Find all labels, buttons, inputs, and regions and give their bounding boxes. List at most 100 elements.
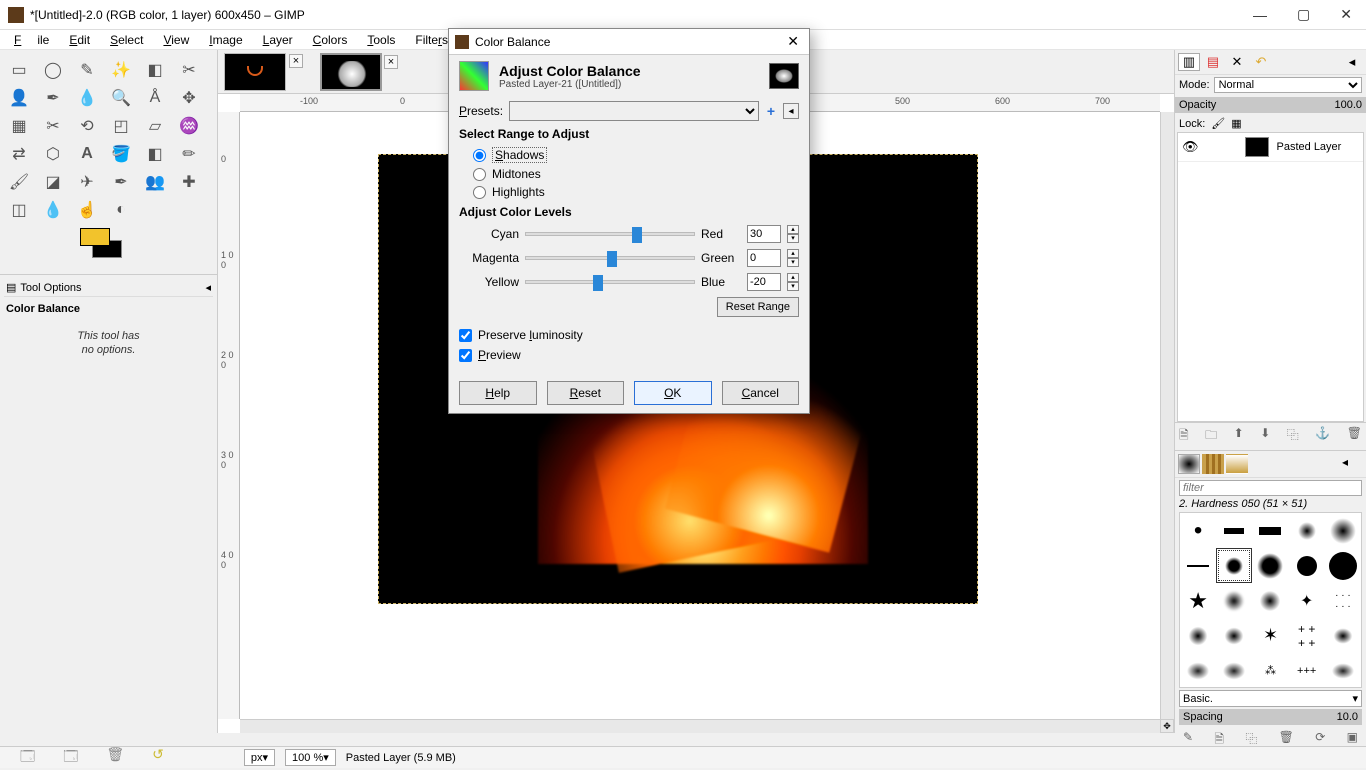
spin-up-icon[interactable]: ▴: [787, 225, 799, 234]
cage-tool[interactable]: ⬡: [42, 143, 64, 165]
spin-down-icon[interactable]: ▾: [787, 234, 799, 243]
channels-tab-icon[interactable]: ▤: [1202, 53, 1224, 71]
perspective-clone-tool[interactable]: ◫: [8, 199, 30, 221]
brush-item[interactable]: [1216, 618, 1252, 653]
perspective-tool[interactable]: ♒: [178, 115, 200, 137]
status-reset-icon[interactable]: ↺: [152, 746, 164, 770]
smudge-tool[interactable]: ☝: [76, 199, 98, 221]
close-button[interactable]: ✕: [1334, 4, 1358, 25]
brush-item[interactable]: ⁂: [1252, 653, 1288, 688]
brush-item[interactable]: [1216, 653, 1252, 688]
reset-button[interactable]: Reset: [547, 381, 625, 405]
lock-pixels-icon[interactable]: 🖌: [1211, 117, 1225, 130]
blend-tool[interactable]: ◧: [144, 143, 166, 165]
midtones-label[interactable]: Midtones: [492, 167, 541, 181]
brush-item[interactable]: ✦: [1289, 583, 1325, 618]
green-value-input[interactable]: [747, 249, 781, 267]
layers-tab-icon[interactable]: ▥: [1178, 53, 1200, 71]
cyan-red-slider[interactable]: [525, 232, 695, 236]
color-picker-tool[interactable]: 💧: [76, 87, 98, 109]
menu-tools[interactable]: Tools: [359, 32, 403, 48]
magenta-green-slider[interactable]: [525, 256, 695, 260]
brush-item[interactable]: [1180, 618, 1216, 653]
foreground-select-tool[interactable]: 👤: [8, 87, 30, 109]
paths-tab-icon[interactable]: ✕: [1226, 53, 1248, 71]
fg-color-swatch[interactable]: [80, 228, 110, 246]
scale-tool[interactable]: ◰: [110, 115, 132, 137]
ok-button[interactable]: OK: [634, 381, 712, 405]
color-select-tool[interactable]: ◧: [144, 59, 166, 81]
tool-options-menu-icon[interactable]: ◂: [205, 281, 211, 294]
dodge-tool[interactable]: ◐: [110, 199, 132, 221]
dock-menu-icon[interactable]: ◂: [1341, 53, 1363, 71]
highlights-label[interactable]: Highlights: [492, 185, 545, 199]
help-button[interactable]: Help: [459, 381, 537, 405]
paths-tool[interactable]: ✒: [42, 87, 64, 109]
anchor-layer-icon[interactable]: ⚓: [1315, 426, 1330, 447]
close-tab-icon[interactable]: ×: [384, 55, 398, 69]
brush-item[interactable]: [1325, 513, 1361, 548]
vertical-scrollbar[interactable]: [1160, 112, 1174, 719]
bucket-fill-tool[interactable]: 🪣: [110, 143, 132, 165]
yellow-blue-slider[interactable]: [525, 280, 695, 284]
brush-item[interactable]: •: [1180, 513, 1216, 548]
menu-view[interactable]: View: [155, 32, 197, 48]
preview-checkbox[interactable]: [459, 349, 472, 362]
horizontal-scrollbar[interactable]: [240, 719, 1160, 733]
status-icon-1[interactable]: 🗔: [20, 746, 35, 770]
mode-select[interactable]: Normal: [1214, 77, 1362, 93]
brush-item[interactable]: [1252, 583, 1288, 618]
red-value-input[interactable]: [747, 225, 781, 243]
navigation-icon[interactable]: ✥: [1160, 719, 1174, 733]
menu-file[interactable]: File: [6, 32, 57, 48]
zoom-select[interactable]: 100 %▾: [285, 749, 336, 766]
preserve-luminosity-label[interactable]: Preserve luminosity: [478, 328, 583, 342]
spin-down-icon[interactable]: ▾: [787, 282, 799, 291]
ink-tool[interactable]: ✒: [110, 171, 132, 193]
preview-label[interactable]: Preview: [478, 348, 521, 362]
measure-tool[interactable]: Å: [144, 87, 166, 109]
layer-group-icon[interactable]: 🗀: [1205, 426, 1217, 447]
heal-tool[interactable]: ✚: [178, 171, 200, 193]
shear-tool[interactable]: ▱: [144, 115, 166, 137]
move-tool[interactable]: ✥: [178, 87, 200, 109]
lock-alpha-icon[interactable]: ▦: [1231, 117, 1241, 130]
blue-value-input[interactable]: [747, 273, 781, 291]
maximize-button[interactable]: ▢: [1291, 4, 1316, 25]
gradients-tab-icon[interactable]: [1226, 454, 1248, 474]
status-icon-2[interactable]: 🗔: [63, 746, 78, 770]
midtones-radio[interactable]: [473, 168, 486, 181]
brush-item[interactable]: [1216, 513, 1252, 548]
brush-item[interactable]: [1252, 513, 1288, 548]
opacity-slider[interactable]: Opacity 100.0: [1175, 97, 1366, 113]
image-tab-1[interactable]: ×: [224, 53, 286, 91]
layer-row[interactable]: 👁 Pasted Layer: [1178, 133, 1363, 162]
brush-item-selected[interactable]: [1216, 548, 1252, 583]
highlights-radio[interactable]: [473, 186, 486, 199]
status-delete-icon[interactable]: 🗑: [106, 746, 124, 770]
cancel-button[interactable]: Cancel: [722, 381, 800, 405]
zoom-tool[interactable]: 🔍: [110, 87, 132, 109]
brush-item[interactable]: [1325, 653, 1361, 688]
layer-name[interactable]: Pasted Layer: [1277, 141, 1342, 153]
menu-image[interactable]: Image: [201, 32, 250, 48]
brush-filter-input[interactable]: [1179, 480, 1362, 496]
dialog-close-icon[interactable]: ✕: [783, 33, 803, 50]
free-select-tool[interactable]: ✎: [76, 59, 98, 81]
brush-item[interactable]: ★: [1180, 583, 1216, 618]
rotate-tool[interactable]: ⟲: [76, 115, 98, 137]
shadows-radio[interactable]: [473, 149, 486, 162]
menu-select[interactable]: Select: [102, 32, 151, 48]
brush-item[interactable]: ✶: [1252, 618, 1288, 653]
image-tab-2[interactable]: ×: [320, 53, 382, 91]
spin-up-icon[interactable]: ▴: [787, 249, 799, 258]
pencil-tool[interactable]: ✏: [178, 143, 200, 165]
spacing-slider[interactable]: Spacing 10.0: [1179, 709, 1362, 725]
spin-down-icon[interactable]: ▾: [787, 258, 799, 267]
patterns-tab-icon[interactable]: [1202, 454, 1224, 474]
delete-layer-icon[interactable]: 🗑: [1347, 426, 1362, 447]
spin-up-icon[interactable]: ▴: [787, 273, 799, 282]
new-layer-icon[interactable]: 🗎: [1179, 426, 1189, 447]
flip-tool[interactable]: ⇄: [8, 143, 30, 165]
brush-item[interactable]: [1325, 618, 1361, 653]
